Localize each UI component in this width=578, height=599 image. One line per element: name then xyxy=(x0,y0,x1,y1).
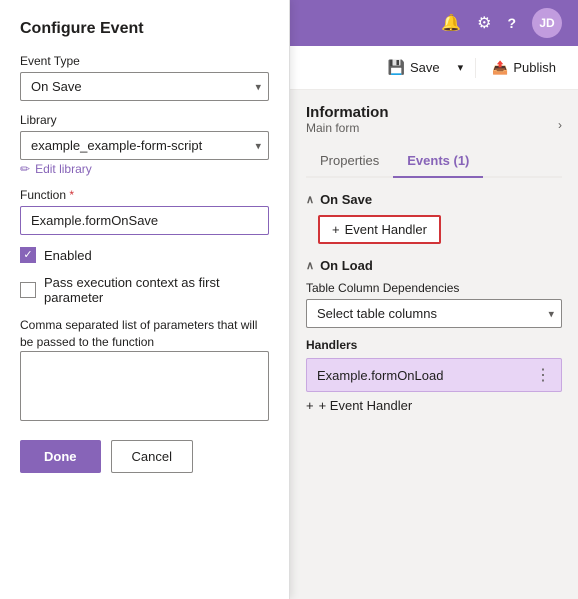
function-input[interactable] xyxy=(20,206,269,235)
avatar[interactable]: JD xyxy=(532,8,562,38)
button-row: Done Cancel xyxy=(20,440,269,473)
pass-context-checkbox[interactable] xyxy=(20,282,36,298)
enabled-checkbox[interactable]: ✓ xyxy=(20,247,36,263)
params-textarea[interactable] xyxy=(20,351,269,421)
table-col-select[interactable]: Select table columns xyxy=(306,299,562,328)
on-save-event-handler-button[interactable]: + Event Handler xyxy=(318,215,441,244)
tabs: Properties Events (1) xyxy=(306,147,562,178)
function-label: Function * xyxy=(20,188,269,202)
on-save-chevron-icon: ∧ xyxy=(306,193,314,206)
save-arrow-icon: ▾ xyxy=(458,62,464,74)
library-select-wrapper: example_example-form-script ▾ xyxy=(20,131,269,160)
right-panel: 🔔 ⚙ ? JD 💾 Save ▾ 📤 Publish Information … xyxy=(290,0,578,599)
bell-icon[interactable]: 🔔 xyxy=(441,13,461,33)
info-title-block: Information Main form xyxy=(306,104,389,145)
save-icon: 💾 xyxy=(388,59,405,76)
top-bar: 🔔 ⚙ ? JD xyxy=(290,0,578,46)
on-load-chevron-icon: ∧ xyxy=(306,259,314,272)
info-chevron-right-icon[interactable]: › xyxy=(558,118,562,132)
edit-library-text: Edit library xyxy=(35,162,92,176)
function-required: * xyxy=(69,188,74,202)
edit-library-link[interactable]: ✏ Edit library xyxy=(20,162,269,176)
params-field: Comma separated list of parameters that … xyxy=(20,317,269,424)
panel-title: Configure Event xyxy=(20,20,269,38)
gear-icon[interactable]: ⚙ xyxy=(477,13,491,33)
info-subtitle: Main form xyxy=(306,121,389,135)
save-dropdown-button[interactable]: ▾ xyxy=(452,55,470,80)
publish-label: Publish xyxy=(513,60,556,75)
configure-event-panel: Configure Event Event Type On Save On Lo… xyxy=(0,0,290,599)
function-field: Function * xyxy=(20,188,269,235)
publish-icon: 📤 xyxy=(492,60,508,76)
done-button[interactable]: Done xyxy=(20,440,101,473)
enabled-checkbox-row: ✓ Enabled xyxy=(20,247,269,263)
pass-context-label: Pass execution context as first paramete… xyxy=(44,275,269,305)
table-col-select-wrapper: Select table columns ▾ xyxy=(306,299,562,328)
handler-more-icon[interactable]: ⋮ xyxy=(535,365,551,385)
info-title: Information xyxy=(306,104,389,121)
tab-events[interactable]: Events (1) xyxy=(393,147,483,178)
publish-button[interactable]: 📤 Publish xyxy=(482,54,566,82)
on-save-event-handler-label: Event Handler xyxy=(345,222,427,237)
checkmark-icon: ✓ xyxy=(23,250,32,261)
on-save-plus-icon: + xyxy=(332,222,340,237)
library-field: Library example_example-form-script ▾ ✏ … xyxy=(20,113,269,176)
library-select[interactable]: example_example-form-script xyxy=(20,131,269,160)
on-load-event-handler-label: + Event Handler xyxy=(319,398,413,413)
handlers-label: Handlers xyxy=(306,338,562,352)
library-label: Library xyxy=(20,113,269,127)
content-area: Information Main form › Properties Event… xyxy=(290,90,578,599)
on-save-header: ∧ On Save xyxy=(306,192,562,207)
event-type-select[interactable]: On Save On Load On Change xyxy=(20,72,269,101)
cancel-button[interactable]: Cancel xyxy=(111,440,193,473)
save-button[interactable]: 💾 Save xyxy=(378,53,450,82)
pencil-icon: ✏ xyxy=(20,162,30,176)
info-header: Information Main form › xyxy=(306,104,562,145)
on-load-event-handler-button[interactable]: + + Event Handler xyxy=(306,398,562,413)
on-load-header: ∧ On Load xyxy=(306,258,562,273)
divider xyxy=(475,58,476,78)
event-type-label: Event Type xyxy=(20,54,269,68)
save-label: Save xyxy=(410,60,440,75)
enabled-label: Enabled xyxy=(44,248,92,263)
table-col-field: Table Column Dependencies Select table c… xyxy=(306,281,562,328)
on-load-plus-icon: + xyxy=(306,398,314,413)
on-load-label: On Load xyxy=(320,258,373,273)
help-icon[interactable]: ? xyxy=(507,15,516,31)
tab-properties[interactable]: Properties xyxy=(306,147,393,178)
action-bar: 💾 Save ▾ 📤 Publish xyxy=(290,46,578,90)
table-col-label: Table Column Dependencies xyxy=(306,281,562,295)
on-save-label: On Save xyxy=(320,192,372,207)
handler-item: Example.formOnLoad ⋮ xyxy=(306,358,562,392)
on-load-section: ∧ On Load Table Column Dependencies Sele… xyxy=(306,258,562,413)
params-label: Comma separated list of parameters that … xyxy=(20,317,269,351)
event-type-select-wrapper: On Save On Load On Change ▾ xyxy=(20,72,269,101)
event-type-field: Event Type On Save On Load On Change ▾ xyxy=(20,54,269,101)
on-save-section: ∧ On Save + Event Handler xyxy=(306,192,562,244)
handler-name: Example.formOnLoad xyxy=(317,368,443,383)
pass-context-checkbox-row: Pass execution context as first paramete… xyxy=(20,275,269,305)
